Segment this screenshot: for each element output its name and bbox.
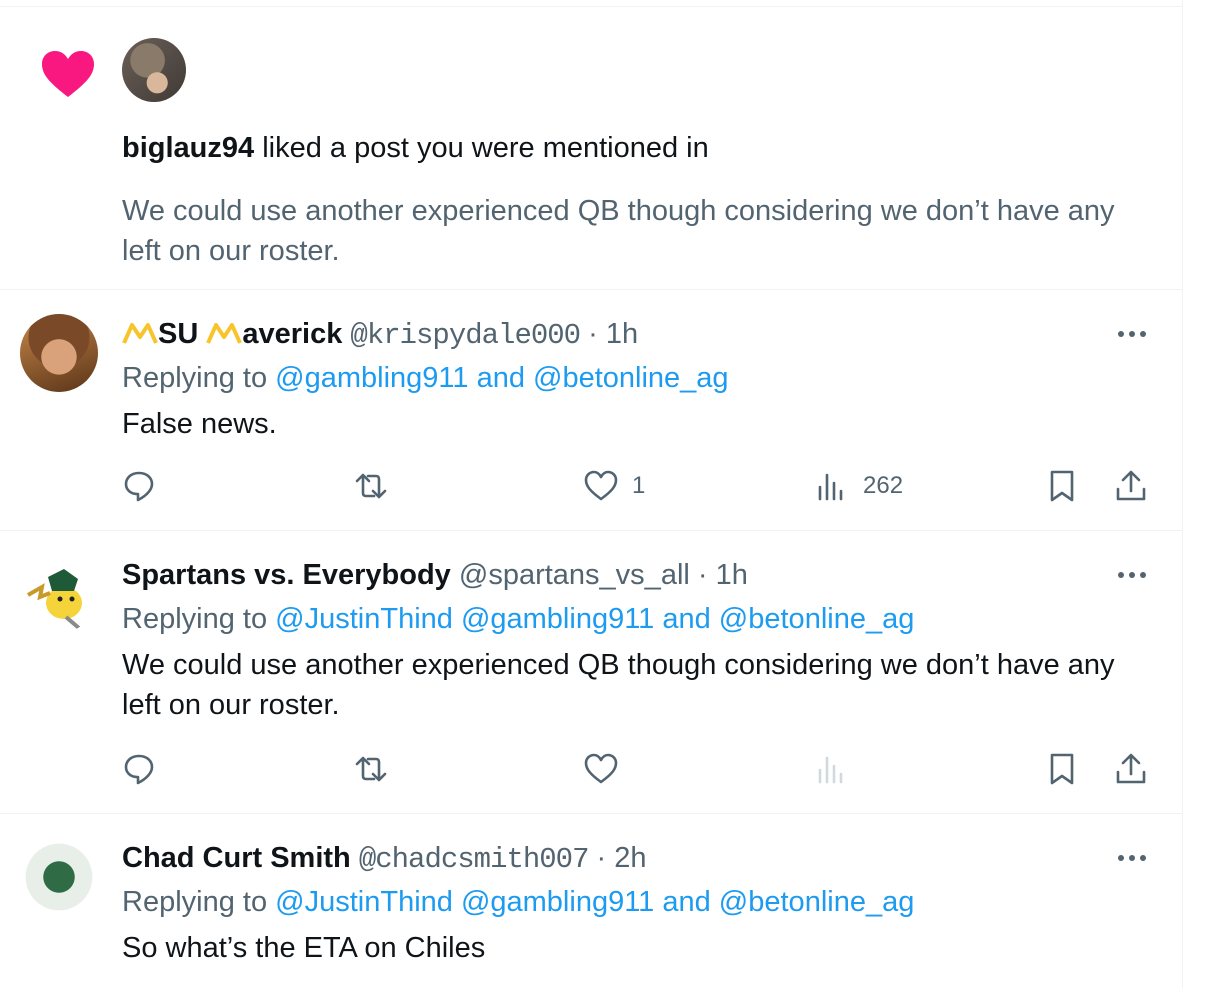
heart-outline-icon [584,470,618,501]
handle[interactable]: @chadcsmith007 [359,843,590,876]
share-icon [1116,470,1146,501]
avatar[interactable] [122,38,186,102]
like-notification[interactable]: biglauz94 liked a post you were mentione… [0,7,1182,290]
notification-action: liked a post you were mentioned in [254,132,709,164]
bookmark-button[interactable] [1045,749,1079,789]
mention-links[interactable]: @JustinThind @gambling911 and @betonline… [275,603,914,635]
tweet-header: Spartans vs. Everybody @spartans_vs_all … [122,557,748,593]
reply-icon [124,471,154,502]
more-icon[interactable] [1115,844,1149,872]
share-icon [1116,753,1146,784]
tweet-header: SU averick @krispydale000 · 1h [122,316,638,354]
like-button[interactable]: 1 [584,466,645,506]
tweet-text: False news. [122,408,277,440]
timestamp[interactable]: 2h [614,842,646,874]
tweet[interactable]: Chad Curt Smith @chadcsmith007 · 2h Repl… [0,814,1182,988]
reply-button[interactable] [122,466,156,506]
notification-user[interactable]: biglauz94 [122,132,254,164]
timestamp[interactable]: 1h [606,318,638,350]
bookmark-icon [1050,470,1074,502]
mention-links[interactable]: @JustinThind @gambling911 and @betonline… [275,886,914,918]
replying-to: Replying to @JustinThind @gambling911 an… [122,884,914,920]
replying-to: Replying to @gambling911 and @betonline_… [122,360,729,396]
bookmark-button[interactable] [1045,466,1079,506]
display-name[interactable]: Spartans vs. Everybody [122,559,451,591]
replying-label: Replying to [122,362,276,394]
display-name-part: averick [242,318,343,350]
reply-button[interactable] [122,749,156,789]
avatar[interactable] [20,555,98,633]
display-name[interactable]: SU averick [122,318,350,350]
pikachu-spartan-icon [27,569,82,631]
notification-title: biglauz94 liked a post you were mentione… [122,130,709,166]
analytics-icon [818,756,843,784]
display-name-part: SU [158,318,199,350]
more-icon[interactable] [1115,561,1149,589]
avatar[interactable] [20,838,98,916]
handle[interactable]: @krispydale000 [350,319,581,352]
replying-label: Replying to [122,603,276,635]
repost-icon [355,756,387,782]
mention-links[interactable]: @gambling911 and @betonline_ag [275,362,728,394]
repost-icon [355,473,387,499]
like-count: 1 [632,472,646,499]
tweet[interactable]: Spartans vs. Everybody @spartans_vs_all … [0,531,1182,814]
heart-outline-icon [584,753,618,784]
views-button[interactable] [815,749,849,789]
repost-button[interactable] [354,466,388,506]
separator: · [689,559,716,591]
tweet[interactable]: SU averick @krispydale000 · 1h Replying … [0,290,1182,531]
heart-filled-icon [42,51,94,97]
views-button[interactable]: 262 [815,466,903,506]
notifications-feed: biglauz94 liked a post you were mentione… [0,0,1183,988]
share-button[interactable] [1114,749,1148,789]
display-name[interactable]: Chad Curt Smith [122,842,351,874]
reply-icon [124,754,154,785]
separator: · [588,842,615,874]
repost-button[interactable] [354,749,388,789]
notification-post-preview[interactable]: We could use another experienced QB thou… [122,191,1132,271]
m-logo-icon [122,323,158,344]
tweet-text: So what’s the ETA on Chiles [122,932,486,964]
tweet-text: We could use another experienced QB thou… [122,649,1115,721]
share-button[interactable] [1114,466,1148,506]
replying-to: Replying to @JustinThind @gambling911 an… [122,601,914,637]
tweet-header: Chad Curt Smith @chadcsmith007 · 2h [122,840,647,878]
tweet-actions [0,749,1182,789]
handle[interactable]: @spartans_vs_all [459,559,690,591]
analytics-icon [818,473,843,501]
separator: · [580,318,606,350]
timestamp[interactable]: 1h [716,559,748,591]
avatar[interactable] [20,314,98,392]
like-button[interactable] [584,749,618,789]
replying-label: Replying to [122,886,276,918]
views-count: 262 [863,472,904,499]
more-icon[interactable] [1115,320,1149,348]
bookmark-icon [1050,753,1074,785]
tweet-actions: 1 262 [0,466,1182,506]
m-logo-icon [206,323,243,344]
